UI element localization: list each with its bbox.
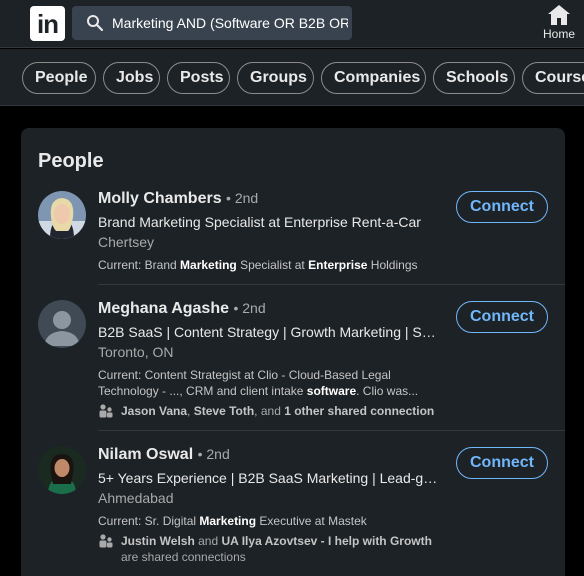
nav-home-label: Home xyxy=(542,27,575,41)
person-name-text[interactable]: Molly Chambers xyxy=(98,190,222,207)
person-headline: B2B SaaS | Content Strategy | Growth Mar… xyxy=(98,324,438,340)
current-snippet: Current: Brand Marketing Specialist at E… xyxy=(98,258,418,272)
divider xyxy=(98,430,565,431)
connection-degree: • 2nd xyxy=(226,190,259,206)
connection-degree: • 2nd xyxy=(233,300,266,316)
people-icon xyxy=(99,534,113,548)
filter-posts[interactable]: Posts xyxy=(167,62,230,94)
person-headline: 5+ Years Experience | B2B SaaS Marketing… xyxy=(98,470,438,486)
connection-degree: • 2nd xyxy=(197,446,230,462)
person-location: Toronto, ON xyxy=(98,344,174,360)
divider xyxy=(98,284,565,285)
current-snippet: Current: Content Strategist at Clio - Cl… xyxy=(98,368,419,398)
person-location: Ahmedabad xyxy=(98,490,174,506)
person-name-text[interactable]: Nilam Oswal xyxy=(98,446,193,463)
filter-people[interactable]: People xyxy=(22,62,96,94)
filter-schools[interactable]: Schools xyxy=(433,62,515,94)
connect-button[interactable]: Connect xyxy=(456,301,548,333)
person-name-text[interactable]: Meghana Agashe xyxy=(98,300,229,317)
person-headline: Brand Marketing Specialist at Enterprise… xyxy=(98,214,421,230)
current-snippet: Current: Sr. Digital Marketing Executive… xyxy=(98,514,367,528)
person-name[interactable]: Molly Chambers • 2nd xyxy=(98,190,258,208)
nav-home[interactable]: Home xyxy=(538,4,580,44)
filter-jobs[interactable]: Jobs xyxy=(103,62,160,94)
avatar[interactable] xyxy=(38,191,86,239)
filter-courses[interactable]: Courses xyxy=(522,62,584,94)
avatar[interactable] xyxy=(38,446,86,494)
filter-companies[interactable]: Companies xyxy=(321,62,426,94)
avatar[interactable] xyxy=(38,300,86,348)
search-box[interactable] xyxy=(72,6,352,40)
shared-connections[interactable]: Justin Welsh and UA Ilya Azovtsev - I he… xyxy=(98,533,443,565)
default-avatar-icon xyxy=(38,300,86,348)
people-icon xyxy=(99,404,113,418)
home-icon xyxy=(548,5,570,25)
shared-connections[interactable]: Jason Vana, Steve Toth, and 1 other shar… xyxy=(98,403,443,419)
search-filters: People Jobs Posts Groups Companies Schoo… xyxy=(0,49,584,106)
search-icon xyxy=(87,15,104,32)
people-results-card: People Molly Chambers • 2nd Brand Market… xyxy=(21,128,565,576)
person-location: Chertsey xyxy=(98,234,155,250)
connect-button[interactable]: Connect xyxy=(456,191,548,223)
connect-button[interactable]: Connect xyxy=(456,447,548,479)
card-title: People xyxy=(38,150,104,172)
search-input[interactable] xyxy=(112,6,348,40)
profile-photo xyxy=(38,446,86,494)
profile-photo xyxy=(38,191,86,239)
linkedin-logo[interactable]: in xyxy=(30,6,65,41)
top-nav: in Home xyxy=(0,0,584,48)
filter-groups[interactable]: Groups xyxy=(237,62,314,94)
person-name[interactable]: Meghana Agashe • 2nd xyxy=(98,300,266,318)
person-name[interactable]: Nilam Oswal • 2nd xyxy=(98,446,230,464)
